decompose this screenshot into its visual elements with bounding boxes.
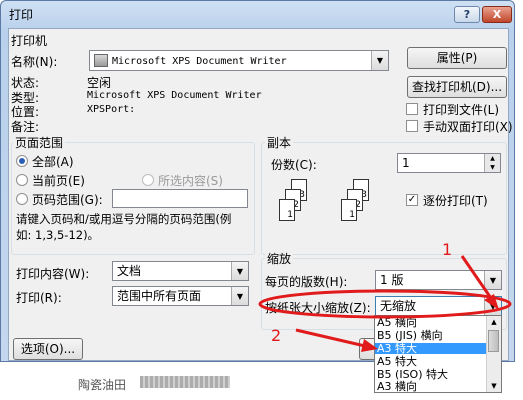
annotation-ellipse (258, 289, 512, 319)
annotation-overlay (258, 255, 512, 352)
annotation-marker-2: 2 (271, 326, 282, 345)
annotation-arrowhead-2 (361, 339, 378, 352)
annotation-marker-1: 1 (442, 240, 453, 259)
annotation-arrow-2 (295, 328, 366, 348)
